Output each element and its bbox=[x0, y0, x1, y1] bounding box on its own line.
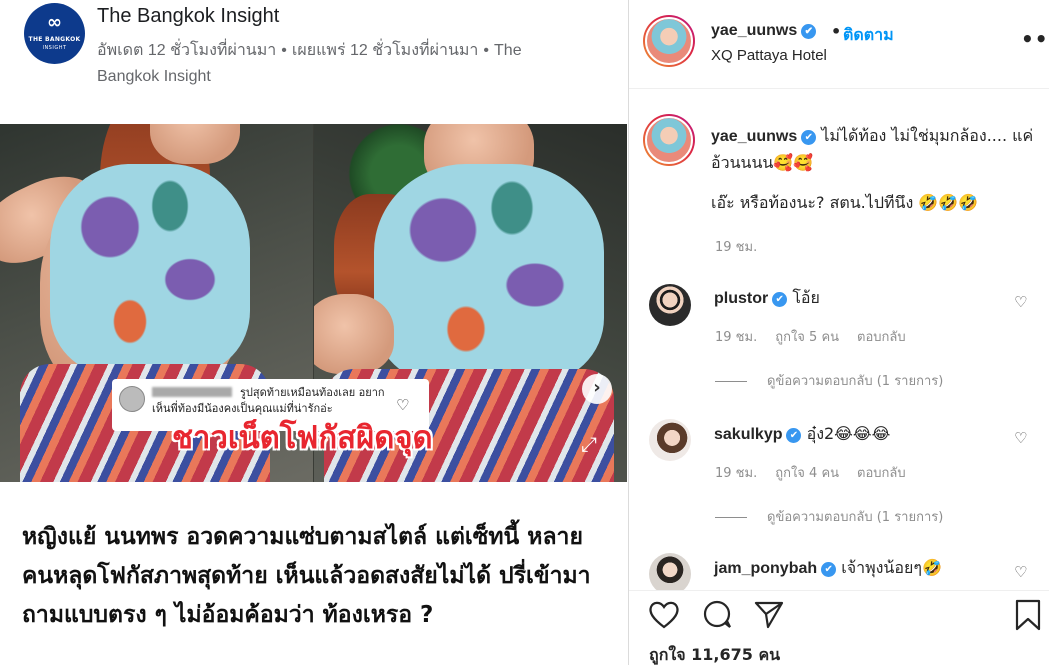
comment-username[interactable]: sakulkyp bbox=[714, 426, 782, 443]
reply-button[interactable]: ตอบกลับ bbox=[857, 466, 906, 481]
article-headline[interactable]: หญิงแย้ นนทพร อวดความแซ่บตามสไตล์ แต่เซ็… bbox=[22, 518, 607, 635]
like-icon[interactable] bbox=[648, 599, 680, 637]
article-meta: อัพเดต 12 ชั่วโมงที่ผ่านมา • เผยแพร่ 12 ชั… bbox=[97, 42, 522, 85]
comment-time[interactable]: 19 ชม. bbox=[715, 330, 757, 345]
caption-time[interactable]: 19 ชม. bbox=[715, 236, 757, 257]
verified-icon: ✔ bbox=[801, 130, 817, 145]
comment: jam_ponybah ✔ เจ้าพุงน้อยๆ🤣 bbox=[714, 556, 942, 581]
instagram-post-panel: yae_uunws✔ • ติดตาม XQ Pattaya Hotel •••… bbox=[628, 0, 1049, 665]
comment-icon[interactable] bbox=[701, 599, 733, 637]
verified-icon: ✔ bbox=[786, 428, 802, 443]
comment-meta: 19 ชม. ถูกใจ 4 คน ตอบกลับ bbox=[715, 462, 924, 483]
reply-button[interactable]: ตอบกลับ bbox=[857, 330, 906, 345]
avatar[interactable] bbox=[649, 553, 691, 595]
verified-icon: ✔ bbox=[801, 24, 817, 39]
heart-icon[interactable]: ♡ bbox=[1014, 563, 1027, 581]
share-icon[interactable] bbox=[753, 599, 785, 637]
comment: sakulkyp ✔ อุ๋ง2😂😂😂 bbox=[714, 422, 890, 447]
article-card: ∞ THE BANGKOK INSIGHT The Bangkok Insigh… bbox=[0, 0, 627, 665]
like-count[interactable]: ถูกใจ 11,675 คน bbox=[649, 643, 780, 665]
updated-time: อัพเดต 12 ชั่วโมงที่ผ่านมา bbox=[97, 42, 277, 59]
verified-icon: ✔ bbox=[772, 292, 788, 307]
view-replies-button[interactable]: ดูข้อความตอบกลับ (1 รายการ) bbox=[715, 506, 943, 527]
next-image-button[interactable]: › bbox=[582, 374, 612, 404]
article-header: ∞ THE BANGKOK INSIGHT The Bangkok Insigh… bbox=[0, 0, 627, 124]
avatar[interactable] bbox=[649, 284, 691, 326]
post-location[interactable]: XQ Pattaya Hotel bbox=[711, 47, 827, 64]
comment-likes[interactable]: ถูกใจ 4 คน bbox=[775, 466, 839, 481]
publisher-name[interactable]: The Bangkok Insight bbox=[97, 5, 279, 28]
caption-username[interactable]: yae_uunws bbox=[711, 128, 797, 145]
infinity-icon: ∞ bbox=[47, 12, 62, 33]
avatar[interactable] bbox=[649, 419, 691, 461]
view-replies-button[interactable]: ดูข้อความตอบกลับ (1 รายการ) bbox=[715, 370, 943, 391]
more-options-icon[interactable]: ••• bbox=[1021, 27, 1049, 51]
comment: plustor ✔ โอ้ย bbox=[714, 286, 820, 311]
heart-icon[interactable]: ♡ bbox=[1014, 293, 1027, 311]
comment-text: เจ้าพุงน้อยๆ🤣 bbox=[841, 558, 942, 577]
comment-text: โอ้ย bbox=[792, 288, 820, 307]
comment-username[interactable]: plustor bbox=[714, 290, 768, 307]
overlay-title: ชาวเน็ตโฟกัสผิดจุด bbox=[171, 419, 434, 457]
comment-username[interactable]: jam_ponybah bbox=[714, 560, 817, 577]
blurred-username bbox=[152, 387, 232, 397]
avatar[interactable] bbox=[643, 114, 695, 166]
comment-text: อุ๋ง2😂😂😂 bbox=[806, 424, 891, 443]
verified-icon: ✔ bbox=[821, 562, 837, 577]
save-icon[interactable] bbox=[1013, 599, 1043, 639]
heart-icon[interactable]: ♡ bbox=[1014, 429, 1027, 447]
follow-button[interactable]: ติดตาม bbox=[843, 23, 894, 48]
post-header: yae_uunws✔ • ติดตาม XQ Pattaya Hotel ••• bbox=[629, 0, 1049, 89]
comment-time[interactable]: 19 ชม. bbox=[715, 466, 757, 481]
avatar[interactable] bbox=[643, 15, 695, 67]
expand-icon[interactable]: ⤢ bbox=[576, 431, 602, 457]
published-time: เผยแพร่ 12 ชั่วโมงที่ผ่านมา bbox=[291, 42, 479, 59]
comment-likes[interactable]: ถูกใจ 5 คน bbox=[775, 330, 839, 345]
post-username[interactable]: yae_uunws ✔ bbox=[711, 22, 817, 40]
caption: yae_uunws ✔ ไม่ได้ท้อง ไม่ใช่มุมกล้อง....… bbox=[711, 123, 1041, 176]
article-photo: รูปสุดท้ายเหมือนท้องเลย อยาก เห็นพี่ท้อง… bbox=[0, 124, 627, 482]
caption-text-2: เอ๊ะ หรือท้องนะ? สตน.ไปทีนึง 🤣🤣🤣 bbox=[711, 193, 979, 212]
comment-meta: 19 ชม. ถูกใจ 5 คน ตอบกลับ bbox=[715, 326, 924, 347]
publisher-logo[interactable]: ∞ THE BANGKOK INSIGHT bbox=[24, 3, 85, 64]
post-actions: ถูกใจ 11,675 คน bbox=[629, 590, 1049, 665]
avatar bbox=[119, 386, 145, 412]
